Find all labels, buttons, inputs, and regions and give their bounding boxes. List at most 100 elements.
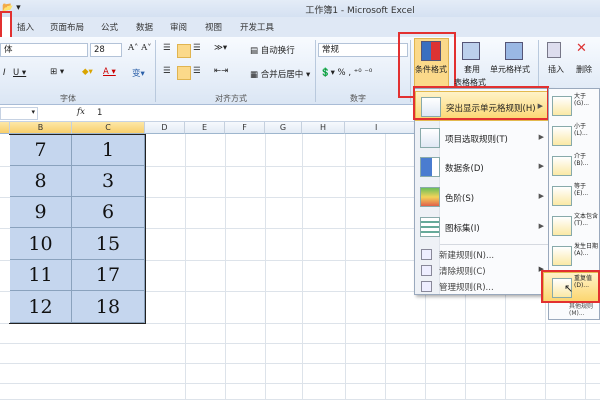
mouse-cursor-icon: ↖ [564, 282, 574, 295]
menu-item-new-rule[interactable]: 新建规则(N)... [415, 246, 552, 263]
submenu-item-less-than[interactable]: 小于(L)... [549, 121, 599, 151]
menu-item-icon-sets[interactable]: 图标集(I) ▶ [415, 212, 552, 242]
grow-font-icon[interactable]: A˄ A˅ [128, 43, 151, 53]
column-header-d[interactable]: D [145, 122, 185, 134]
manage-rules-icon [421, 281, 432, 292]
orientation-icon[interactable]: ≫▾ [214, 43, 227, 53]
middle-align-button[interactable] [177, 44, 191, 58]
column-header-e[interactable]: E [185, 122, 225, 134]
submenu-arrow-icon: ▶ [538, 133, 544, 141]
align-right-icon[interactable]: ☰ [193, 66, 201, 76]
gridline [185, 134, 186, 400]
menu-item-label: 色阶(S) [445, 194, 475, 204]
column-header-c[interactable]: C [72, 122, 145, 134]
menu-item-clear-rules[interactable]: 清除规则(C) ▶ [415, 262, 552, 279]
submenu-item-text-contains[interactable]: 文本包含(T)... [549, 211, 599, 241]
submenu-item-more-rules[interactable]: 其他规则(M)... [569, 303, 599, 317]
divider [315, 40, 316, 102]
submenu-item-label: 小于(L)... [574, 123, 588, 137]
submenu-item-equal-to[interactable]: 等于(E)... [549, 181, 599, 211]
fill-color-icon[interactable]: ◆▾ [82, 67, 93, 77]
submenu-item-date-occurring[interactable]: 发生日期(A)... [549, 241, 599, 271]
submenu-arrow-icon: ▶ [538, 222, 544, 230]
title-bar: 📂 ▾ 工作簿1 - Microsoft Excel [0, 0, 600, 17]
format-as-table-label[interactable]: 套用 [464, 64, 480, 75]
gridline [385, 134, 386, 400]
align-top-icon[interactable]: ☰ [163, 43, 171, 53]
number-group-label: 数字 [350, 94, 366, 103]
column-header-f[interactable]: F [225, 122, 265, 134]
fx-icon[interactable]: fx [77, 107, 85, 117]
column-header-b[interactable]: B [10, 122, 72, 134]
font-size-box[interactable]: 28 [90, 43, 122, 57]
indent-icon[interactable]: ⇤⇥ [214, 66, 228, 76]
clear-rules-icon [421, 265, 432, 276]
number-format-box[interactable]: 常规 [318, 43, 408, 57]
menu-item-manage-rules[interactable]: 管理规则(R)... [415, 278, 552, 295]
wrap-text-label: 自动换行 [260, 46, 295, 56]
column-header-h[interactable]: H [302, 122, 345, 134]
equal-to-icon [552, 186, 572, 206]
menu-item-top-bottom-rules[interactable]: 项目选取规则(T) ▶ [415, 123, 552, 153]
submenu-arrow-icon: ▶ [538, 192, 544, 200]
new-rule-icon [421, 249, 432, 260]
submenu-item-label: 发生日期(A)... [574, 243, 599, 257]
top-bottom-icon [420, 128, 440, 148]
tab-data[interactable]: 数据 [136, 21, 153, 33]
gridline [302, 134, 303, 400]
gridline [225, 134, 226, 400]
submenu-item-greater-than[interactable]: 大于(G)... [549, 91, 599, 121]
menu-item-data-bars[interactable]: 数据条(D) ▶ [415, 152, 552, 182]
icon-sets-icon [420, 217, 440, 237]
menu-item-label: 新建规则(N)... [439, 251, 495, 261]
submenu-item-label: 大于(G)... [574, 93, 590, 107]
column-header-g[interactable]: G [265, 122, 302, 134]
align-bottom-icon[interactable]: ☰ [193, 43, 201, 53]
window-title: 工作簿1 - Microsoft Excel [305, 6, 415, 16]
annotation-box [413, 86, 549, 120]
font-name-box[interactable]: 体 [0, 43, 88, 57]
menu-item-label: 管理规则(R)... [439, 283, 494, 293]
align-left-icon[interactable]: ☰ [163, 66, 171, 76]
less-than-icon [552, 126, 572, 146]
italic-button[interactable]: I [3, 68, 6, 78]
color-scales-icon [420, 187, 440, 207]
tab-developer[interactable]: 开发工具 [240, 21, 274, 33]
tab-view[interactable]: 视图 [205, 21, 222, 33]
border-icon[interactable]: ⊞ ▾ [50, 67, 64, 77]
between-icon [552, 156, 572, 176]
ribbon-tabs: 插入 页面布局 公式 数据 审阅 视图 开发工具 [0, 11, 600, 44]
name-box[interactable]: ▾ [0, 107, 38, 120]
menu-divider [440, 244, 552, 245]
delete-button[interactable]: 删除 [576, 64, 592, 75]
tab-review[interactable]: 审阅 [170, 21, 187, 33]
merge-center-button[interactable]: ▦ 合并后居中 ▾ [250, 68, 310, 80]
wrap-text-button[interactable]: ▤ 自动换行 [250, 44, 295, 56]
greater-than-icon [552, 96, 572, 116]
submenu-item-between[interactable]: 介于(B)... [549, 151, 599, 181]
gridline [265, 134, 266, 400]
underline-button[interactable]: U ▾ [13, 68, 26, 78]
font-color-icon[interactable]: A ▾ [103, 67, 116, 77]
menu-item-color-scales[interactable]: 色阶(S) ▶ [415, 182, 552, 212]
text-contains-icon [552, 216, 572, 236]
insert-icon [547, 42, 561, 58]
menu-item-label: 清除规则(C) [439, 267, 486, 277]
gridline [0, 363, 600, 364]
gridline [0, 343, 600, 344]
insert-button[interactable]: 插入 [548, 64, 564, 75]
center-align-button[interactable] [177, 66, 191, 80]
tab-formulas[interactable]: 公式 [101, 21, 118, 33]
delete-icon: ✕ [576, 41, 587, 56]
divider [155, 40, 156, 102]
formula-input[interactable]: 1 [97, 108, 102, 118]
cell-styles-button[interactable]: 单元格样式 [490, 64, 530, 75]
menu-item-label: 数据条(D) [445, 164, 484, 174]
tab-insert[interactable]: 插入 [17, 21, 34, 33]
phonetic-icon[interactable]: 变▾ [132, 67, 145, 79]
format-as-table-icon [462, 42, 480, 60]
accounting-icon[interactable]: 💲▾ % , ⁺⁰ ⁻⁰ [320, 68, 372, 78]
tab-page-layout[interactable]: 页面布局 [50, 21, 84, 33]
date-occurring-icon [552, 246, 572, 266]
gridline [0, 383, 600, 384]
